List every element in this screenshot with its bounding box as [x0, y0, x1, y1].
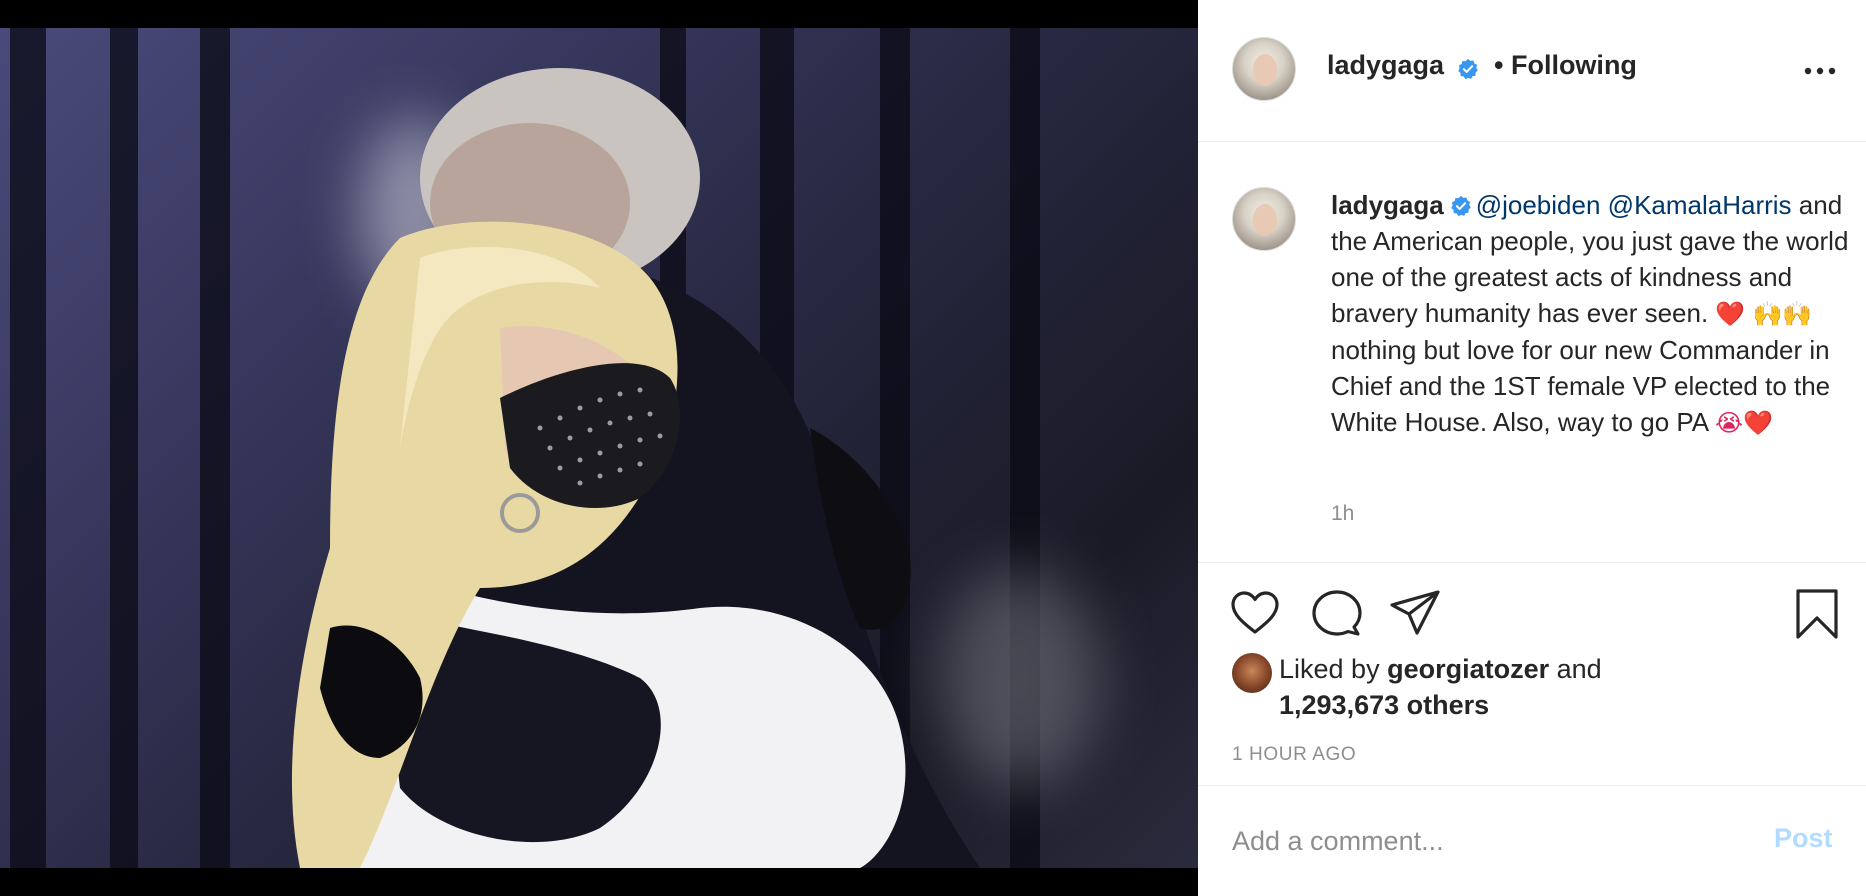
caption-author-avatar[interactable] [1232, 187, 1296, 251]
heart-emoji: ❤️ [1715, 300, 1746, 328]
caption-section: ladygaga @joebiden @KamalaHarris and the… [1198, 143, 1866, 563]
verified-badge-icon [1451, 195, 1471, 217]
post-actions-section: Liked by georgiatozer and 1,293,673 othe… [1198, 564, 1866, 786]
likes-prefix: Liked by [1279, 654, 1388, 684]
comment-bubble-icon[interactable] [1310, 587, 1364, 641]
liker-avatar[interactable] [1232, 653, 1272, 693]
heart-icon[interactable] [1228, 587, 1282, 641]
post-detail-panel: ladygaga • Following ladygaga @joebiden … [1198, 0, 1866, 896]
likes-connector: and [1549, 654, 1602, 684]
raised-hands-emoji: 🙌🙌 [1752, 300, 1813, 328]
caption-relative-time[interactable]: 1h [1331, 502, 1354, 526]
caption-text: ladygaga @joebiden @KamalaHarris and the… [1331, 187, 1851, 441]
caption-username[interactable]: ladygaga [1331, 190, 1444, 220]
comment-input[interactable] [1232, 821, 1752, 861]
post-header: ladygaga • Following [1198, 0, 1866, 142]
post-comment-button[interactable]: Post [1774, 823, 1833, 854]
post-photo[interactable] [0, 28, 1198, 868]
author-username[interactable]: ladygaga [1327, 50, 1444, 81]
liker-username[interactable]: georgiatozer [1387, 654, 1549, 684]
author-avatar[interactable] [1232, 37, 1296, 101]
post-timestamp[interactable]: 1 HOUR AGO [1232, 744, 1356, 766]
likes-summary: Liked by georgiatozer and [1279, 654, 1602, 685]
instagram-post-modal: ladygaga • Following ladygaga @joebiden … [0, 0, 1866, 896]
mention-joebiden[interactable]: @joebiden [1476, 190, 1601, 220]
likes-count-link[interactable]: 1,293,673 others [1279, 690, 1489, 721]
bookmark-icon[interactable] [1790, 587, 1844, 641]
paper-plane-icon[interactable] [1388, 587, 1442, 641]
post-media-panel [0, 0, 1198, 896]
mention-kamalaharris[interactable]: @KamalaHarris [1608, 190, 1792, 220]
comment-form: Post [1198, 787, 1866, 896]
photo-illustration [291, 68, 980, 868]
follow-status-button[interactable]: • Following [1494, 50, 1637, 81]
verified-badge-icon [1458, 58, 1478, 80]
crying-heart-emoji: 😭❤️ [1714, 409, 1773, 437]
more-options-icon[interactable] [1802, 56, 1838, 86]
